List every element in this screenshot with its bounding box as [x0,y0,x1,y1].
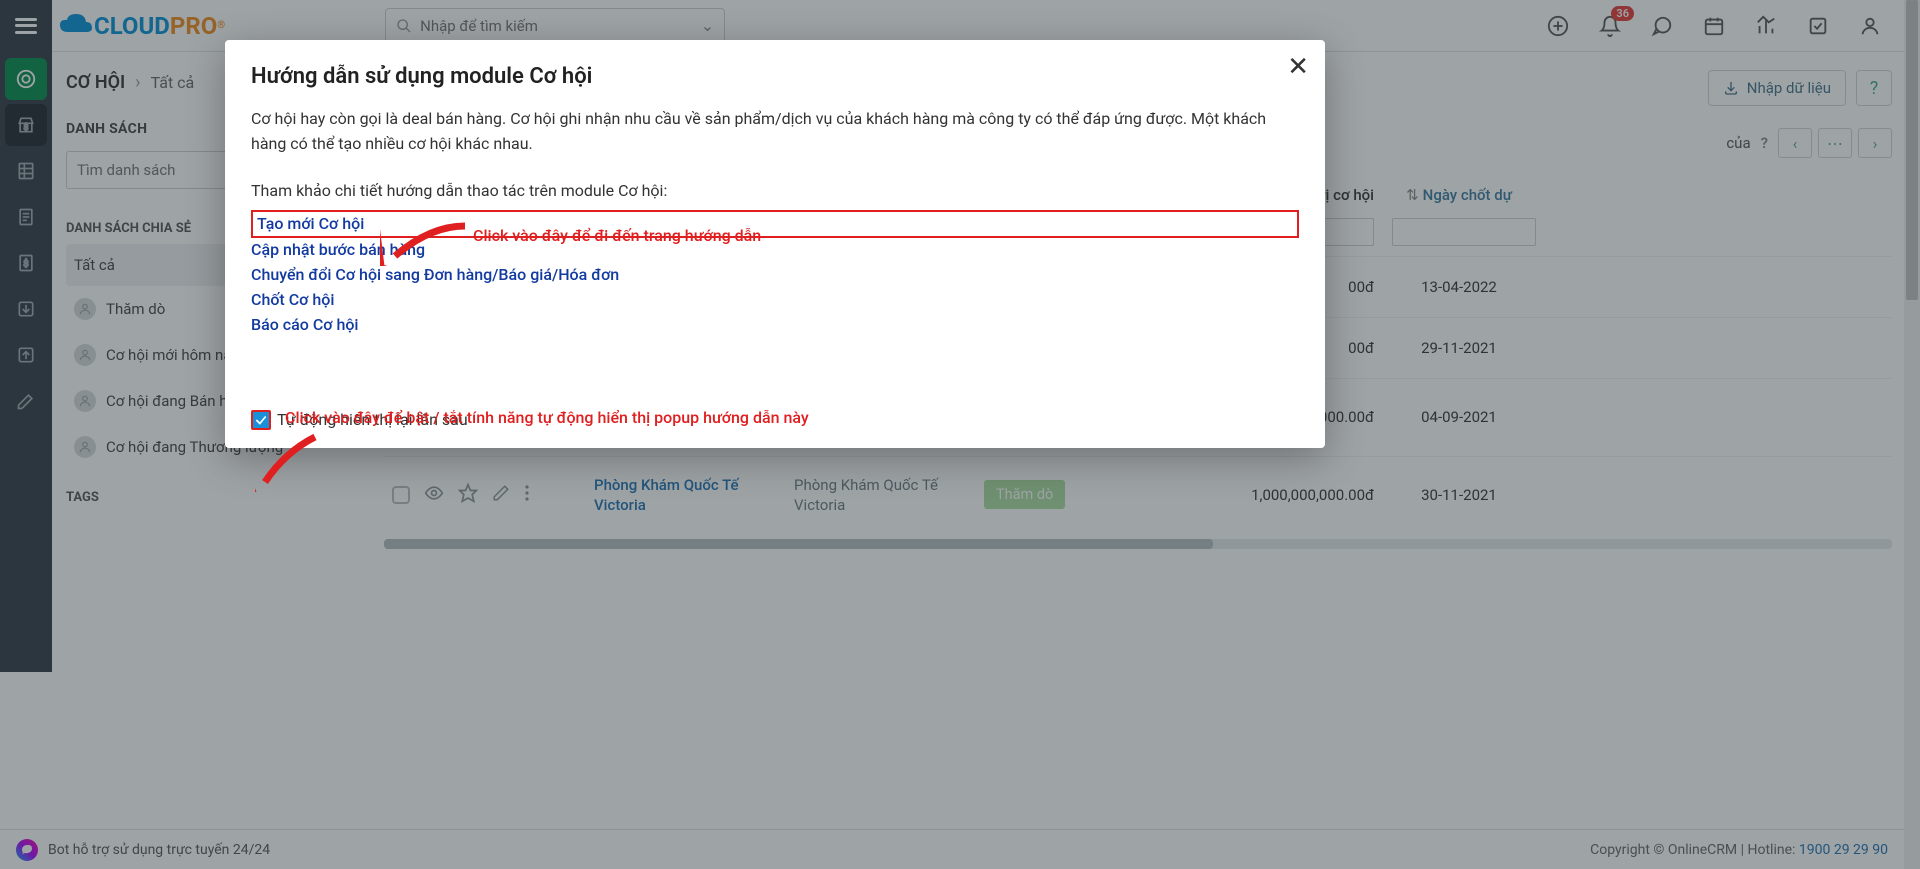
autoshow-checkbox[interactable] [251,410,271,430]
modal-link[interactable]: Báo cáo Cơ hội [251,313,1299,338]
close-button[interactable]: ✕ [1287,54,1309,80]
modal-subheading: Tham khảo chi tiết hướng dẫn thao tác tr… [251,181,1299,200]
modal-link[interactable]: Chuyển đổi Cơ hội sang Đơn hàng/Báo giá/… [251,263,1299,288]
help-modal: ✕ Hướng dẫn sử dụng module Cơ hội Cơ hội… [225,40,1325,448]
arrow-icon [380,216,470,266]
modal-title: Hướng dẫn sử dụng module Cơ hội [251,64,1299,89]
arrow-icon [255,432,325,492]
annotation-1: Click vào đây để đi đến trang hướng dẫn [473,226,761,245]
annotation-2: Click vào đây để bật / tắt tính năng tự … [285,408,809,427]
modal-description: Cơ hội hay còn gọi là deal bán hàng. Cơ … [251,107,1299,157]
modal-link[interactable]: Chốt Cơ hội [251,288,1299,313]
